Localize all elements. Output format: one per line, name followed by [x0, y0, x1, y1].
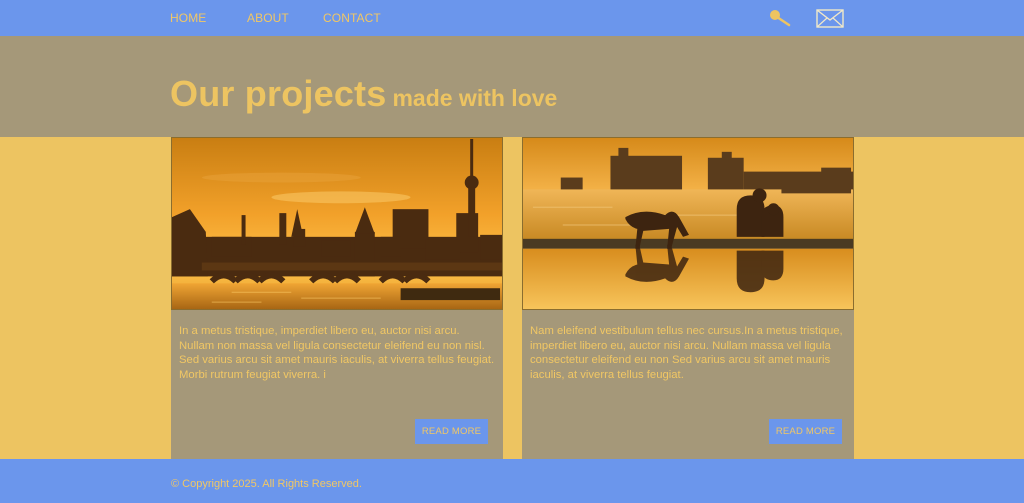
nav-home-link[interactable]: HOME — [170, 11, 206, 25]
berlin-skyline-sunset-photo — [172, 138, 502, 309]
project-card: Nam eleifend vestibulum tellus nec cursu… — [522, 137, 854, 459]
project-card: In a metus tristique, imperdiet libero e… — [171, 137, 503, 459]
hero-title-main: Our projects — [170, 73, 387, 114]
read-more-button[interactable]: READ MORE — [415, 419, 488, 444]
page-title: Our projects made with love — [170, 73, 557, 115]
search-icon[interactable] — [768, 8, 792, 28]
nav-contact-link[interactable]: CONTACT — [323, 11, 381, 25]
page: HOME ABOUT CONTACT Our projects made with… — [0, 0, 1024, 503]
hero-subtitle: made with love — [392, 85, 558, 111]
waterfront-dog-couple-photo — [523, 138, 853, 309]
project-image — [522, 137, 854, 310]
mail-icon[interactable] — [816, 9, 844, 28]
hero-band: Our projects made with love — [0, 36, 1024, 137]
read-more-button[interactable]: READ MORE — [769, 419, 842, 444]
top-navigation-bar: HOME ABOUT CONTACT — [0, 0, 1024, 36]
project-description: Nam eleifend vestibulum tellus nec cursu… — [530, 325, 843, 381]
footer: © Copyright 2025. All Rights Reserved. — [0, 459, 1024, 503]
nav-about-link[interactable]: ABOUT — [247, 11, 289, 25]
project-image — [171, 137, 503, 310]
copyright-text: © Copyright 2025. All Rights Reserved. — [171, 478, 362, 490]
project-description: In a metus tristique, imperdiet libero e… — [179, 325, 495, 381]
